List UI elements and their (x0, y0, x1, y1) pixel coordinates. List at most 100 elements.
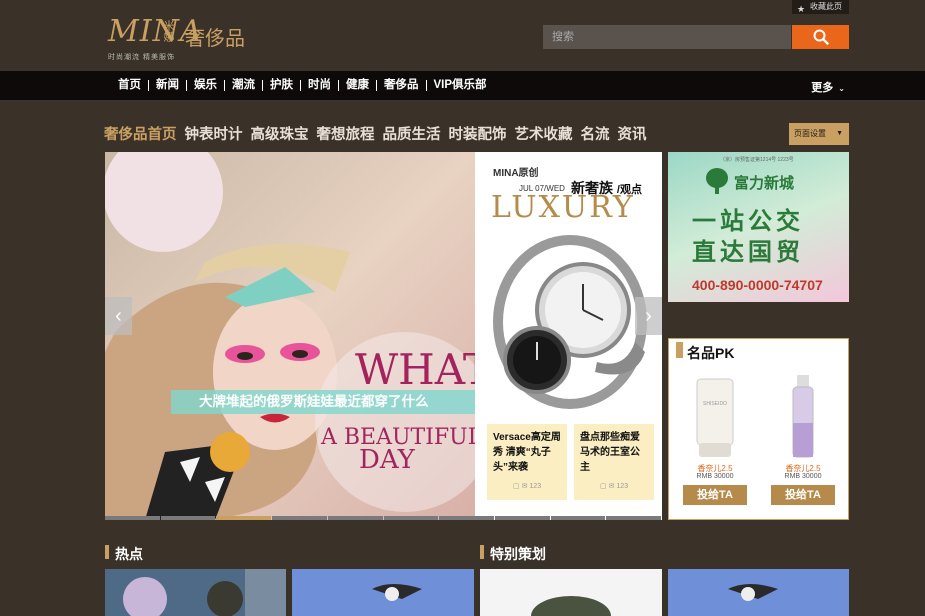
chevron-down-icon: ▼ (836, 130, 843, 137)
special-thumbnail[interactable] (668, 569, 849, 616)
slider-dot[interactable] (383, 516, 439, 520)
pk-title: 名品PK (687, 345, 735, 361)
ad-luxury-word: LUXURY (491, 190, 635, 225)
chart-icon: ▢ (600, 483, 607, 490)
comment-count: ▢ ✉ 123 (513, 479, 541, 494)
banner-phone: 400-890-0000-74707 (692, 277, 823, 293)
slider-dot[interactable] (272, 516, 327, 520)
main-nav: 首页 新闻 娱乐 潮流 护肤 时尚 健康 奢侈品 VIP俱乐部 更多 ⌄ (0, 71, 925, 100)
subnav-item-celebrities[interactable]: 名流 (581, 123, 610, 144)
vote-button[interactable]: 投给TA (771, 485, 835, 505)
slider-prev-button[interactable]: ‹ (105, 297, 132, 335)
slide-caption[interactable]: 大牌堆起的俄罗斯娃娃最近都穿了什么 (171, 390, 475, 414)
search-button[interactable] (792, 25, 849, 49)
banner-brand: 富力新城 (734, 175, 795, 192)
news-card-text: 盘点那些痴爱马术的王室公主 (580, 432, 640, 473)
hero-slider: WHAT A BEAUTIFUL DAY MINA原创 JUL 07/WED 新… (105, 152, 662, 520)
brand-pk-panel: 名品PK SHISEIDO 香奈儿2.5 RMB 30000 投给TA 香奈儿2… (668, 338, 849, 520)
hero-photo[interactable]: WHAT A BEAUTIFUL DAY (105, 152, 475, 520)
logo-cn-text: 米娜 (162, 20, 174, 42)
subnav-item-art[interactable]: 艺术收藏 (515, 123, 573, 144)
slider-dot[interactable] (105, 516, 160, 520)
page-settings-label: 页面设置 (794, 129, 826, 138)
nav-item-news[interactable]: 新闻 (149, 79, 187, 91)
channel-title: 奢侈品 (185, 28, 245, 50)
nav-item-home[interactable]: 首页 (111, 79, 149, 91)
nav-item-health[interactable]: 健康 (339, 79, 377, 91)
nav-items: 首页 新闻 娱乐 潮流 护肤 时尚 健康 奢侈品 VIP俱乐部 (111, 71, 494, 100)
what-text: WHAT (355, 345, 475, 394)
luxury-ad-panel[interactable]: MINA原创 JUL 07/WED 新奢族 /观点 LUXURY Versace… (475, 152, 662, 520)
favorite-label: 收藏此页 (810, 2, 842, 11)
search-icon (813, 29, 829, 45)
pk-product-price: RMB 30000 (784, 473, 822, 480)
comment-icon: ✉ (521, 483, 528, 490)
slider-pagination (105, 516, 662, 520)
nav-item-trend[interactable]: 潮流 (225, 79, 263, 91)
pk-product-price: RMB 30000 (696, 473, 734, 480)
search-input[interactable] (543, 25, 791, 49)
chevron-right-icon: › (645, 305, 652, 327)
svg-text:SHISEIDO: SHISEIDO (703, 401, 727, 407)
nav-more-label: 更多 (811, 82, 834, 94)
slider-dot[interactable] (494, 516, 550, 520)
product-image[interactable]: SHISEIDO (683, 373, 747, 461)
nav-item-fashion[interactable]: 时尚 (301, 79, 339, 91)
slider-dot[interactable] (606, 516, 662, 520)
pk-item: SHISEIDO 香奈儿2.5 RMB 30000 投给TA (683, 373, 747, 507)
subnav-item-lifestyle[interactable]: 品质生活 (383, 123, 441, 144)
pk-item: 香奈儿2.5 RMB 30000 投给TA (771, 373, 835, 507)
product-image[interactable] (771, 373, 835, 461)
chart-icon: ▢ (513, 483, 520, 490)
nav-item-entertainment[interactable]: 娱乐 (187, 79, 225, 91)
chevron-left-icon: ‹ (115, 305, 122, 327)
comment-count-value: 123 (529, 483, 542, 490)
banner-license-text: （京）房预售证第1214号 1223号 (720, 157, 794, 163)
star-icon: ★ (797, 4, 806, 14)
slider-dot[interactable] (160, 516, 216, 520)
slider-dot[interactable] (439, 516, 494, 520)
hot-thumbnail[interactable] (105, 569, 286, 616)
nav-item-luxury[interactable]: 奢侈品 (377, 79, 427, 91)
logo-tagline: 时尚潮流 精美服饰 (108, 54, 175, 61)
vote-button[interactable]: 投给TA (683, 485, 747, 505)
site-header: MINA 米娜 时尚潮流 精美服饰 奢侈品 ★ 收藏此页 (0, 0, 925, 71)
comment-count-value: 123 (616, 483, 629, 490)
comment-count: ▢ ✉ 123 (600, 479, 628, 494)
news-card[interactable]: 盘点那些痴爱马术的王室公主 ▢ ✉ 123 (574, 424, 654, 500)
nav-item-skincare[interactable]: 护肤 (263, 79, 301, 91)
slider-next-button[interactable]: › (635, 297, 662, 335)
nav-more-button[interactable]: 更多 ⌄ (811, 79, 845, 95)
page-settings-button[interactable]: 页面设置 ▼ (789, 123, 849, 145)
slider-dot[interactable] (550, 516, 606, 520)
subnav-item-news[interactable]: 资讯 (618, 123, 647, 144)
favorite-button[interactable]: ★ 收藏此页 (792, 0, 849, 14)
nav-item-vip[interactable]: VIP俱乐部 (427, 79, 494, 91)
site-logo[interactable]: MINA 米娜 时尚潮流 精美服饰 (108, 14, 201, 64)
comment-icon: ✉ (608, 483, 615, 490)
slider-dot[interactable] (216, 516, 272, 520)
news-card-text: Versace高定周秀 清爽“丸子头”来袭 (493, 432, 561, 473)
subnav-item-travel[interactable]: 奢想旅程 (317, 123, 375, 144)
subnav-item-luxury-home[interactable]: 奢侈品首页 (104, 123, 177, 144)
watch-image (493, 235, 647, 409)
section-title-special: 特别策划 (480, 544, 546, 564)
banner-line-2: 直达国贸 (692, 239, 804, 266)
hot-thumbnail[interactable] (292, 569, 474, 616)
real-estate-banner[interactable]: （京）房预售证第1214号 1223号 富力新城 一站公交 直达国贸 400-8… (668, 152, 849, 302)
ad-brand: MINA原创 (493, 168, 539, 179)
tree-logo-icon (706, 168, 728, 194)
slider-dot[interactable] (327, 516, 383, 520)
subnav-item-watches[interactable]: 钟表时计 (185, 123, 243, 144)
section-marker (676, 342, 683, 358)
special-thumbnail[interactable] (480, 569, 662, 616)
banner-line-1: 一站公交 (692, 208, 804, 235)
chevron-down-icon: ⌄ (838, 84, 845, 93)
section-title-hot: 热点 (105, 544, 143, 564)
day-text: DAY (359, 445, 416, 475)
caption-text: 大牌堆起的俄罗斯娃娃最近都穿了什么 (199, 394, 429, 409)
subnav-item-accessories[interactable]: 时装配饰 (449, 123, 507, 144)
news-card[interactable]: Versace高定周秀 清爽“丸子头”来袭 ▢ ✉ 123 (487, 424, 567, 500)
sub-nav: 奢侈品首页 钟表时计 高级珠宝 奢想旅程 品质生活 时装配饰 艺术收藏 名流 资… (104, 123, 655, 144)
subnav-item-jewelry[interactable]: 高级珠宝 (251, 123, 309, 144)
